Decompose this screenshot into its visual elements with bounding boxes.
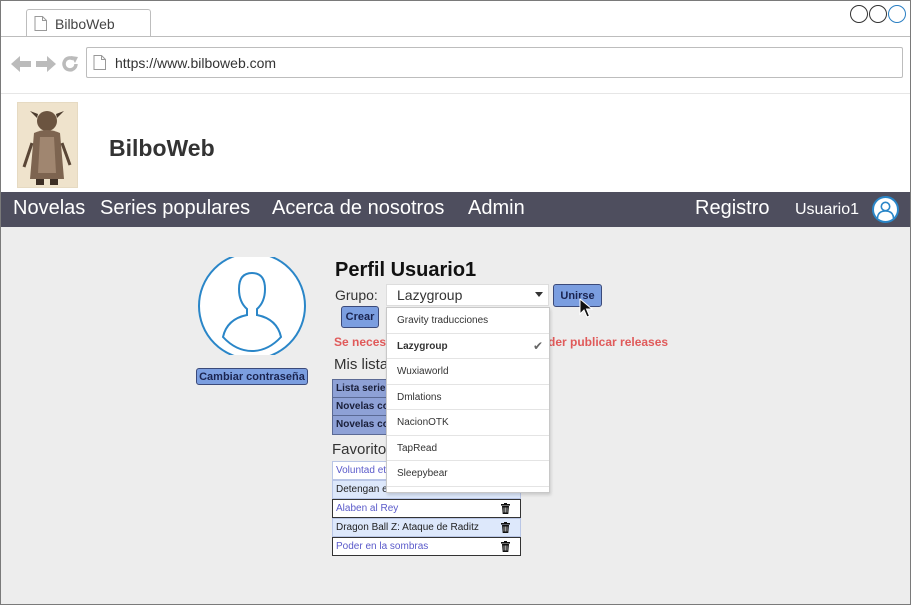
document-icon xyxy=(34,16,47,31)
user-icon xyxy=(876,201,895,219)
address-bar-row: https://www.bilboweb.com xyxy=(1,37,910,93)
list-item[interactable]: Novelas co xyxy=(333,416,386,434)
site-logo[interactable] xyxy=(17,102,78,188)
forward-arrow-icon[interactable] xyxy=(35,55,57,73)
logo-illustration xyxy=(18,103,77,187)
favorite-title[interactable]: Poder en la sombras xyxy=(336,541,428,552)
favorite-row[interactable]: Alaben al Rey xyxy=(332,499,521,518)
list-item[interactable]: Lista serie xyxy=(333,380,386,398)
close-button[interactable] xyxy=(888,5,906,23)
nav-item-acerca[interactable]: Acerca de nosotros xyxy=(272,197,444,220)
warning-message-tail: der publicar releases xyxy=(548,335,669,349)
option-label: TapRead xyxy=(397,442,438,454)
favorite-row[interactable]: Dragon Ball Z: Ataque de Raditz xyxy=(332,518,521,537)
refresh-icon[interactable] xyxy=(60,54,80,74)
option-label: Wuxiaworld xyxy=(397,366,449,377)
profile-title: Perfil Usuario1 xyxy=(335,259,477,281)
favorite-title[interactable]: Detengan e xyxy=(336,484,388,495)
window-controls xyxy=(850,5,906,23)
nav-item-novelas[interactable]: Novelas xyxy=(13,197,85,220)
site-header: BilboWeb xyxy=(1,94,910,192)
dropdown-option[interactable]: Gravity traducciones xyxy=(387,308,549,334)
option-label: Dmlations xyxy=(397,391,442,403)
favorites-title: Favorito xyxy=(332,441,387,458)
dropdown-option[interactable]: TapRead xyxy=(387,436,549,461)
favorite-title[interactable]: Dragon Ball Z: Ataque de Raditz xyxy=(336,522,479,533)
site-title: BilboWeb xyxy=(109,135,215,161)
dropdown-option[interactable]: Sleepybear xyxy=(387,461,549,487)
option-label: Gravity traducciones xyxy=(397,315,489,326)
dropdown-option[interactable]: NacionOTK xyxy=(387,410,549,436)
user-avatar[interactable] xyxy=(872,196,899,223)
minimize-button[interactable] xyxy=(850,5,868,23)
warning-message: Se necesi xyxy=(334,335,390,349)
chevron-down-icon xyxy=(535,292,543,297)
tab-title: BilboWeb xyxy=(55,15,115,32)
trash-icon[interactable] xyxy=(501,522,510,533)
tab-bar: BilboWeb xyxy=(1,1,910,37)
nav-item-registro[interactable]: Registro xyxy=(695,197,769,220)
maximize-button[interactable] xyxy=(869,5,887,23)
url-text: https://www.bilboweb.com xyxy=(115,54,277,71)
option-label: NacionOTK xyxy=(397,417,449,428)
favorite-title[interactable]: Voluntad et xyxy=(336,465,386,476)
create-group-button[interactable]: Crear xyxy=(341,306,379,328)
group-dropdown-menu: Gravity traducciones Lazygroup ✔ Wuxiawor… xyxy=(386,307,550,493)
group-label: Grupo: xyxy=(335,287,378,303)
trash-icon[interactable] xyxy=(501,503,510,514)
dropdown-option[interactable]: Wuxiaworld xyxy=(387,359,549,385)
back-arrow-icon[interactable] xyxy=(10,55,32,73)
main-navigation: Novelas Series populares Acerca de nosot… xyxy=(1,192,910,227)
trash-icon[interactable] xyxy=(501,541,510,552)
browser-nav-buttons xyxy=(10,54,80,74)
url-field[interactable]: https://www.bilboweb.com xyxy=(86,47,903,78)
lists-container: Lista serie Novelas co Novelas co xyxy=(332,379,387,435)
option-label: Sleepybear xyxy=(397,468,448,479)
option-label: Lazygroup xyxy=(397,340,448,352)
mouse-cursor-icon xyxy=(579,298,593,318)
group-selected-value: Lazygroup xyxy=(397,287,463,303)
nav-item-admin[interactable]: Admin xyxy=(468,197,525,220)
join-group-button[interactable]: Unirse xyxy=(553,284,602,307)
favorite-row[interactable]: Poder en la sombras xyxy=(332,537,521,556)
dropdown-option[interactable]: Dmlations xyxy=(387,385,549,410)
group-select[interactable]: Lazygroup xyxy=(386,284,549,306)
checkmark-icon: ✔ xyxy=(532,338,543,353)
profile-avatar-icon xyxy=(198,257,306,355)
list-item[interactable]: Novelas co xyxy=(333,398,386,416)
lists-title: Mis lista xyxy=(334,356,389,373)
favorite-title[interactable]: Alaben al Rey xyxy=(336,503,398,514)
browser-window: BilboWeb https://www.bilboweb.com BilboW… xyxy=(0,0,911,605)
page-icon xyxy=(93,55,106,70)
browser-tab[interactable]: BilboWeb xyxy=(26,9,151,37)
change-password-button[interactable]: Cambiar contraseña xyxy=(196,368,308,385)
dropdown-option-selected[interactable]: Lazygroup ✔ xyxy=(387,334,549,359)
nav-item-series-populares[interactable]: Series populares xyxy=(100,197,250,220)
user-name[interactable]: Usuario1 xyxy=(795,201,859,219)
